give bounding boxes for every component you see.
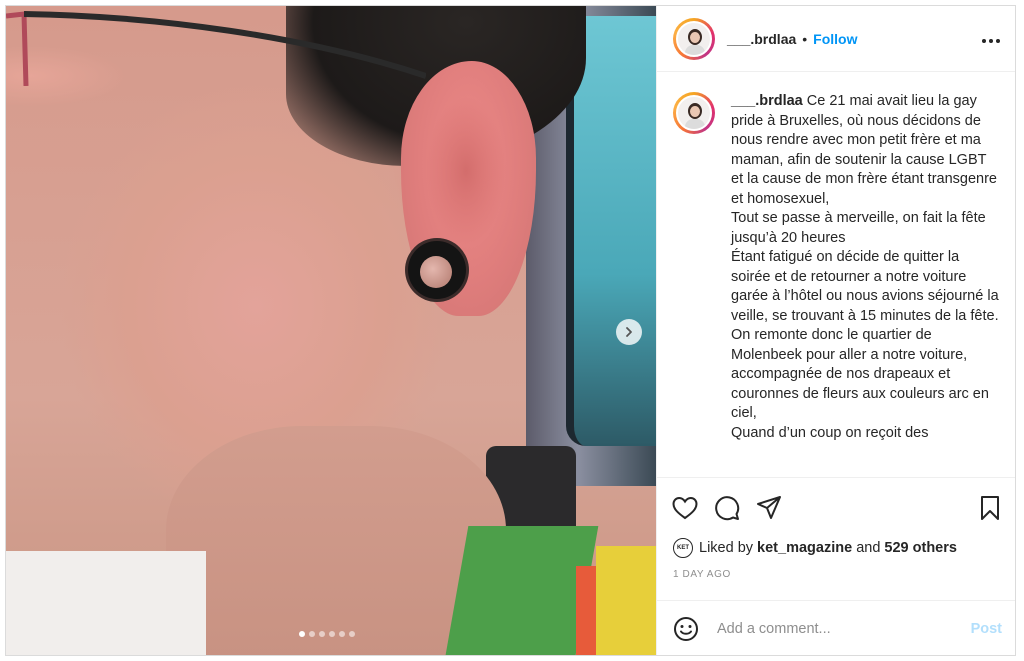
separator: • — [802, 30, 808, 47]
caption-body: Ce 21 mai avait lieu la gay pride à Brux… — [731, 93, 999, 441]
likes-summary: KET Liked by ket_magazine and 529 others — [673, 538, 957, 558]
comment-input[interactable] — [715, 620, 971, 638]
author-avatar[interactable] — [673, 17, 715, 60]
next-slide-button[interactable] — [616, 319, 642, 345]
avatar-face — [690, 106, 700, 117]
chevron-right-icon — [626, 327, 632, 337]
caption-text: ___.brdlaa Ce 21 mai avait lieu la gay p… — [731, 92, 1002, 477]
post-sidebar: ___.brdlaa • Follow ___.brdlaa Ce 21 mai… — [656, 6, 1015, 655]
liker-avatar[interactable]: KET — [673, 538, 693, 558]
glasses-icon — [6, 11, 426, 86]
follow-button[interactable]: Follow — [813, 31, 857, 47]
avatar — [676, 20, 712, 57]
carousel-indicator — [299, 631, 355, 637]
post-photo[interactable] — [6, 6, 656, 655]
caption-avatar[interactable] — [673, 92, 715, 134]
avatar — [676, 95, 712, 131]
carousel-dot — [349, 631, 355, 637]
comment-button[interactable] — [713, 494, 741, 522]
comment-icon — [715, 495, 740, 520]
carousel-dot — [299, 631, 305, 637]
avatar-body — [685, 44, 705, 55]
emoji-button[interactable] — [673, 616, 699, 642]
likes-prefix: Liked by — [699, 540, 754, 556]
author-username[interactable]: ___.brdlaa — [727, 31, 796, 47]
caption-area: ___.brdlaa Ce 21 mai avait lieu la gay p… — [657, 72, 1015, 477]
share-button[interactable] — [755, 494, 783, 522]
save-button[interactable] — [976, 494, 1004, 522]
avatar-face — [690, 31, 700, 43]
post-card: ___.brdlaa • Follow ___.brdlaa Ce 21 mai… — [5, 5, 1016, 656]
more-icon — [982, 39, 1000, 43]
photo-shirt — [6, 551, 206, 655]
post-timestamp[interactable]: 1 DAY AGO — [673, 569, 731, 580]
likes-others[interactable]: 529 others — [884, 540, 957, 556]
bookmark-icon — [981, 495, 999, 520]
carousel-dot — [309, 631, 315, 637]
action-bar — [657, 477, 1015, 537]
like-button[interactable] — [671, 494, 699, 522]
comment-bar: Post — [657, 600, 1015, 655]
likes-conjunction: and — [856, 540, 881, 556]
heart-icon — [672, 496, 698, 519]
liker-username[interactable]: ket_magazine — [757, 540, 852, 556]
avatar-body — [685, 119, 705, 129]
carousel-dot — [319, 631, 325, 637]
carousel-dot — [329, 631, 335, 637]
carousel-dot — [339, 631, 345, 637]
photo-flag — [596, 546, 656, 655]
caption-username[interactable]: ___.brdlaa — [731, 93, 803, 109]
post-comment-button[interactable]: Post — [971, 621, 1002, 637]
ear-plug-hole — [420, 256, 452, 288]
post-header: ___.brdlaa • Follow — [657, 6, 1015, 72]
emoji-icon — [674, 617, 698, 641]
more-options-button[interactable] — [981, 28, 1001, 49]
share-icon — [757, 495, 781, 519]
photo-ear-inner — [426, 96, 506, 246]
caption-avatar-wrap — [673, 92, 715, 477]
